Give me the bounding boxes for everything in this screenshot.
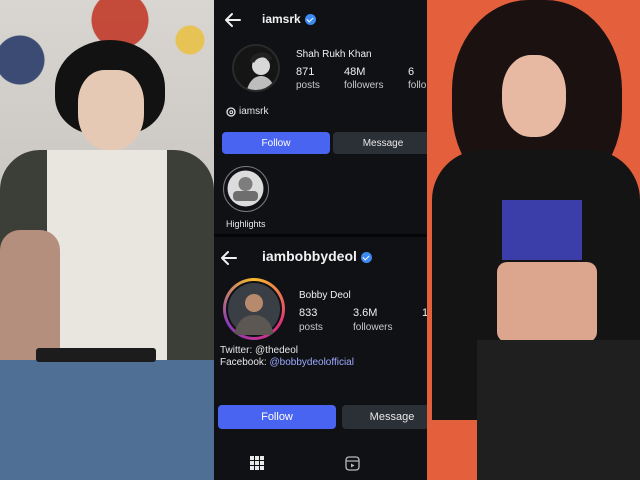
highlight-image <box>227 170 264 207</box>
profile2-display-name: Bobby Deol <box>299 290 351 301</box>
person-midriff <box>497 262 597 342</box>
bio-facebook-prefix: Facebook: <box>220 357 270 368</box>
bio-twitter-line: Twitter: @thedeol <box>220 345 298 356</box>
profile1-followers-label[interactable]: followers <box>344 80 383 91</box>
profile2-followers-label[interactable]: followers <box>353 322 392 333</box>
threads-badge[interactable]: iamsrk <box>226 106 268 117</box>
profile1-header: iamsrk <box>214 8 427 34</box>
bio-twitter-handle[interactable]: @thedeol <box>255 345 298 356</box>
profile2-username: iambobbydeol <box>262 248 357 264</box>
profile2-posts-label: posts <box>299 322 323 333</box>
highlight-circle[interactable] <box>223 166 269 212</box>
bio-twitter-prefix: Twitter: <box>220 345 256 356</box>
profile1-followers-count[interactable]: 48M <box>344 66 365 78</box>
bio-facebook-line: Facebook: @bobbydeolofficial <box>220 357 354 368</box>
profile2-follow-button[interactable]: Follow <box>218 405 336 429</box>
verified-badge-icon <box>360 251 372 263</box>
person-belt <box>36 348 156 362</box>
back-arrow-icon[interactable] <box>224 11 242 29</box>
profile1-posts-label: posts <box>296 80 320 91</box>
purple-top <box>502 200 582 260</box>
grid-icon[interactable] <box>250 456 264 470</box>
person-face <box>502 55 566 137</box>
black-skirt <box>477 340 640 480</box>
verified-badge-icon <box>304 14 316 26</box>
profile1-posts-count: 871 <box>296 66 315 78</box>
profile2-message-button[interactable]: Message <box>342 405 427 429</box>
profile1-username: iamsrk <box>262 12 301 26</box>
screenshot-divider <box>214 234 427 237</box>
profile2-username-row: iambobbydeol <box>262 248 372 264</box>
profile1-following-label[interactable]: follo <box>408 80 426 91</box>
bio-facebook-link[interactable]: @bobbydeolofficial <box>269 357 353 368</box>
avatar-image <box>234 46 278 90</box>
threads-icon <box>226 106 236 117</box>
profile1-follow-button[interactable]: Follow <box>222 132 330 154</box>
profile1-avatar[interactable] <box>232 44 280 92</box>
back-arrow-icon[interactable] <box>220 249 238 267</box>
person-jeans <box>0 360 214 480</box>
profile1-following-count[interactable]: 6 <box>408 66 414 78</box>
avatar-image <box>228 283 280 335</box>
reels-icon[interactable] <box>345 456 360 471</box>
threads-handle: iamsrk <box>239 106 269 117</box>
profile2-header: iambobbydeol <box>214 246 427 270</box>
person-face <box>78 70 144 150</box>
right-photo <box>427 0 640 480</box>
highlights-label: Highlights <box>226 219 266 229</box>
profile1-display-name: Shah Rukh Khan <box>296 49 372 60</box>
instagram-profiles-panel: iamsrk Shah Rukh Khan 871 posts 48M foll… <box>214 0 427 480</box>
profile1-message-button[interactable]: Message <box>333 132 427 154</box>
left-photo <box>0 0 214 480</box>
profile2-avatar[interactable] <box>223 278 285 340</box>
profile2-followers-count[interactable]: 3.6M <box>353 307 377 319</box>
profile2-posts-count: 833 <box>299 307 318 319</box>
profile1-username-row: iamsrk <box>262 12 316 26</box>
